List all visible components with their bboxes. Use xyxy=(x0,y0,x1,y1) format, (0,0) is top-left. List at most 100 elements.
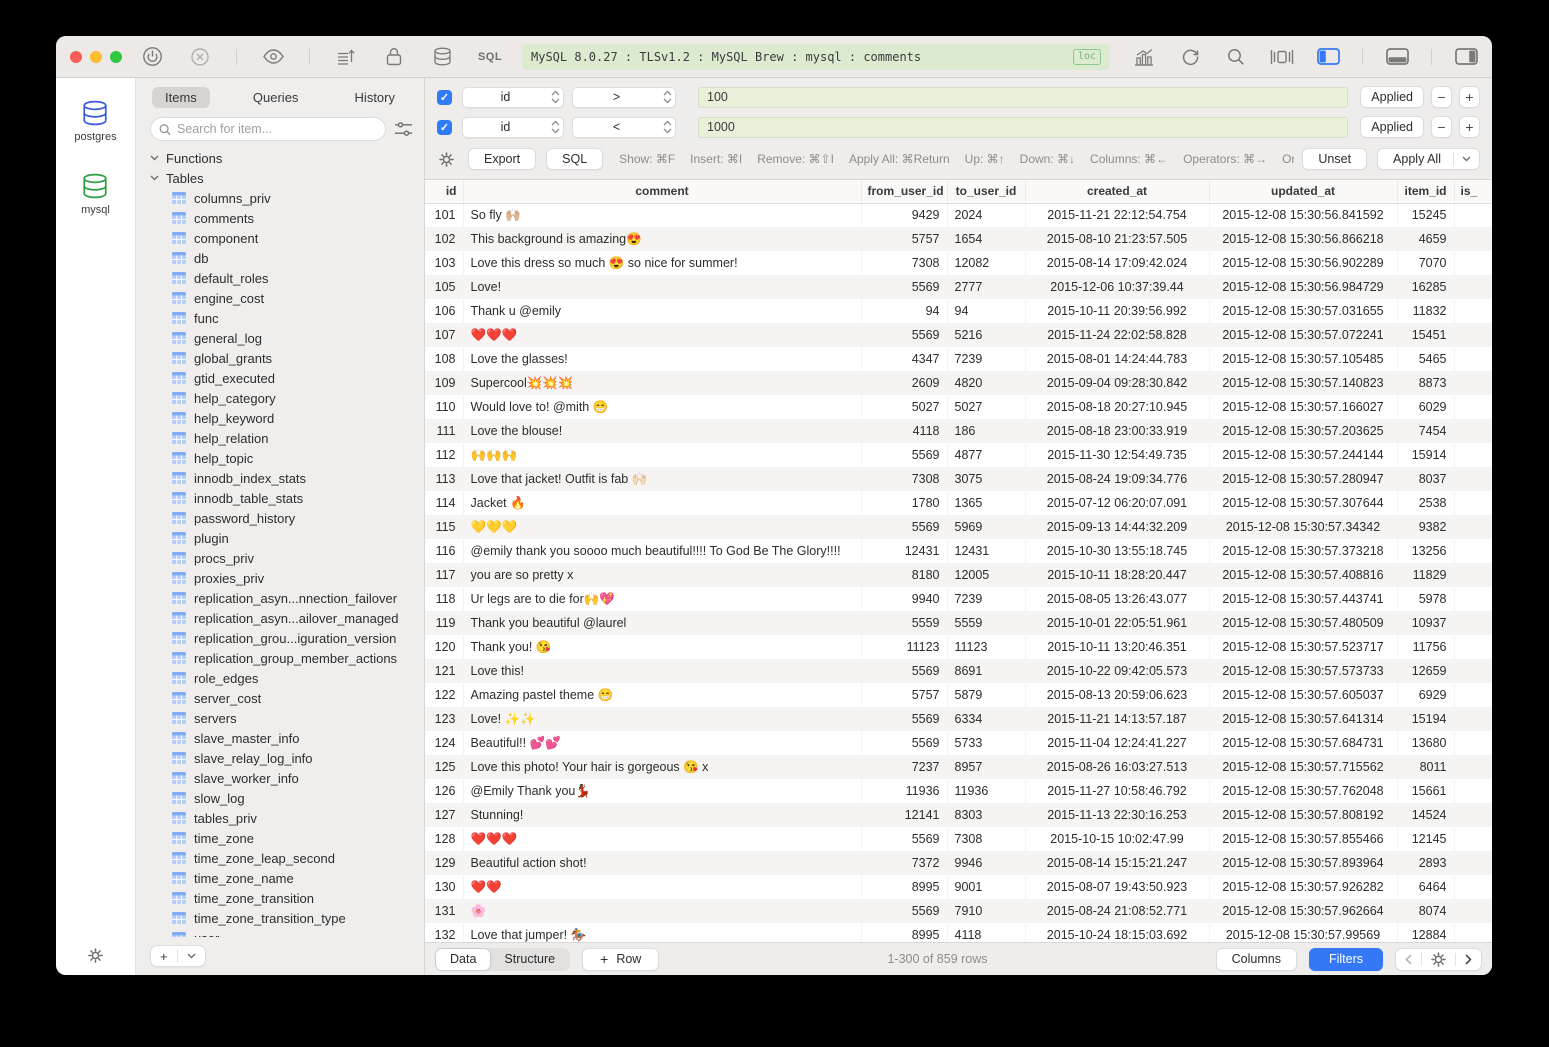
cell-is_[interactable] xyxy=(1454,683,1492,707)
table-row[interactable]: 132Love that jumper! 🏇899541182015-10-24… xyxy=(425,923,1492,942)
cell-id[interactable]: 115 xyxy=(425,515,463,539)
cell-updated_at[interactable]: 2015-12-08 15:30:57.140823 xyxy=(1209,371,1397,395)
cell-is_[interactable] xyxy=(1454,203,1492,227)
sidebar-table-item[interactable]: time_zone xyxy=(150,828,424,848)
cell-id[interactable]: 117 xyxy=(425,563,463,587)
cell-comment[interactable]: Love this photo! Your hair is gorgeous 😘… xyxy=(463,755,861,779)
previous-page-button[interactable] xyxy=(1396,949,1421,970)
cell-comment[interactable]: Love the glasses! xyxy=(463,347,861,371)
sidebar-table-item[interactable]: innodb_table_stats xyxy=(150,488,424,508)
cell-updated_at[interactable]: 2015-12-08 15:30:57.105485 xyxy=(1209,347,1397,371)
table-row[interactable]: 113Love that jacket! Outfit is fab 🙌🏻730… xyxy=(425,467,1492,491)
refresh-icon[interactable] xyxy=(1178,45,1202,69)
cell-to_user_id[interactable]: 8691 xyxy=(947,659,1025,683)
sidebar-table-item[interactable]: help_keyword xyxy=(150,408,424,428)
cell-is_[interactable] xyxy=(1454,539,1492,563)
table-row[interactable]: 117you are so pretty x8180120052015-10-1… xyxy=(425,563,1492,587)
cell-from_user_id[interactable]: 2609 xyxy=(861,371,947,395)
cell-to_user_id[interactable]: 6334 xyxy=(947,707,1025,731)
cell-comment[interactable]: Jacket 🔥 xyxy=(463,491,861,515)
cell-updated_at[interactable]: 2015-12-08 15:30:57.715562 xyxy=(1209,755,1397,779)
cell-to_user_id[interactable]: 1654 xyxy=(947,227,1025,251)
cell-to_user_id[interactable]: 1365 xyxy=(947,491,1025,515)
tab-data[interactable]: Data xyxy=(436,949,490,970)
cell-updated_at[interactable]: 2015-12-08 15:30:56.902289 xyxy=(1209,251,1397,275)
cell-item_id[interactable]: 16285 xyxy=(1397,275,1454,299)
cell-from_user_id[interactable]: 5757 xyxy=(861,227,947,251)
cell-from_user_id[interactable]: 11123 xyxy=(861,635,947,659)
cell-updated_at[interactable]: 2015-12-08 15:30:57.408816 xyxy=(1209,563,1397,587)
connection-mysql[interactable]: mysql xyxy=(81,173,110,216)
cell-to_user_id[interactable]: 11936 xyxy=(947,779,1025,803)
cell-comment[interactable]: Supercool💥💥💥 xyxy=(463,371,861,395)
cell-is_[interactable] xyxy=(1454,611,1492,635)
cell-created_at[interactable]: 2015-08-01 14:24:44.783 xyxy=(1025,347,1209,371)
cell-is_[interactable] xyxy=(1454,803,1492,827)
cell-from_user_id[interactable]: 94 xyxy=(861,299,947,323)
cell-created_at[interactable]: 2015-08-10 21:23:57.505 xyxy=(1025,227,1209,251)
cell-from_user_id[interactable]: 5559 xyxy=(861,611,947,635)
cell-to_user_id[interactable]: 12431 xyxy=(947,539,1025,563)
cell-comment[interactable]: Love that jacket! Outfit is fab 🙌🏻 xyxy=(463,467,861,491)
cell-to_user_id[interactable]: 5216 xyxy=(947,323,1025,347)
toggle-right-panel-icon[interactable] xyxy=(1454,45,1478,69)
sidebar-table-item[interactable]: default_roles xyxy=(150,268,424,288)
cell-created_at[interactable]: 2015-10-30 13:55:18.745 xyxy=(1025,539,1209,563)
cell-id[interactable]: 102 xyxy=(425,227,463,251)
cell-is_[interactable] xyxy=(1454,227,1492,251)
filter-applied-button[interactable]: Applied xyxy=(1360,86,1424,108)
sidebar-table-item[interactable]: help_category xyxy=(150,388,424,408)
table-row[interactable]: 122Amazing pastel theme 😁575758792015-08… xyxy=(425,683,1492,707)
cell-id[interactable]: 112 xyxy=(425,443,463,467)
cell-item_id[interactable]: 15451 xyxy=(1397,323,1454,347)
cell-updated_at[interactable]: 2015-12-08 15:30:57.99569 xyxy=(1209,923,1397,942)
cell-updated_at[interactable]: 2015-12-08 15:30:57.605037 xyxy=(1209,683,1397,707)
cell-id[interactable]: 119 xyxy=(425,611,463,635)
sql-editor-icon[interactable]: SQL xyxy=(478,45,502,69)
sidebar-table-item[interactable]: replication_asyn...nnection_failover xyxy=(150,588,424,608)
table-row[interactable]: 110Would love to! @mith 😁502750272015-08… xyxy=(425,395,1492,419)
cell-item_id[interactable]: 15914 xyxy=(1397,443,1454,467)
column-header-item_id[interactable]: item_id xyxy=(1397,180,1454,203)
cell-is_[interactable] xyxy=(1454,923,1492,942)
table-row[interactable]: 109Supercool💥💥💥260948202015-09-04 09:28:… xyxy=(425,371,1492,395)
cell-item_id[interactable]: 12884 xyxy=(1397,923,1454,942)
cell-to_user_id[interactable]: 7239 xyxy=(947,347,1025,371)
cell-from_user_id[interactable]: 5569 xyxy=(861,323,947,347)
unset-button[interactable]: Unset xyxy=(1302,148,1367,170)
cell-updated_at[interactable]: 2015-12-08 15:30:57.34342 xyxy=(1209,515,1397,539)
cell-is_[interactable] xyxy=(1454,731,1492,755)
cell-item_id[interactable]: 8873 xyxy=(1397,371,1454,395)
settings-gear-icon[interactable] xyxy=(88,948,103,963)
lock-icon[interactable] xyxy=(382,45,406,69)
cell-created_at[interactable]: 2015-10-22 09:42:05.573 xyxy=(1025,659,1209,683)
cell-from_user_id[interactable]: 1780 xyxy=(861,491,947,515)
cell-to_user_id[interactable]: 4877 xyxy=(947,443,1025,467)
cell-updated_at[interactable]: 2015-12-08 15:30:57.855466 xyxy=(1209,827,1397,851)
sidebar-table-item[interactable]: component xyxy=(150,228,424,248)
column-header-updated_at[interactable]: updated_at xyxy=(1209,180,1397,203)
cell-to_user_id[interactable]: 2777 xyxy=(947,275,1025,299)
cell-is_[interactable] xyxy=(1454,323,1492,347)
cell-from_user_id[interactable]: 7237 xyxy=(861,755,947,779)
cell-is_[interactable] xyxy=(1454,779,1492,803)
sidebar-table-item[interactable]: user xyxy=(150,928,424,937)
cell-updated_at[interactable]: 2015-12-08 15:30:57.244144 xyxy=(1209,443,1397,467)
cell-comment[interactable]: Stunning! xyxy=(463,803,861,827)
cell-updated_at[interactable]: 2015-12-08 15:30:57.280947 xyxy=(1209,467,1397,491)
cell-to_user_id[interactable]: 7910 xyxy=(947,899,1025,923)
sidebar-table-item[interactable]: password_history xyxy=(150,508,424,528)
cell-id[interactable]: 118 xyxy=(425,587,463,611)
cell-id[interactable]: 124 xyxy=(425,731,463,755)
column-header-comment[interactable]: comment xyxy=(463,180,861,203)
cell-created_at[interactable]: 2015-10-24 18:15:03.692 xyxy=(1025,923,1209,942)
cell-comment[interactable]: Love the blouse! xyxy=(463,419,861,443)
sidebar-table-item[interactable]: server_cost xyxy=(150,688,424,708)
cell-is_[interactable] xyxy=(1454,707,1492,731)
cell-from_user_id[interactable]: 12141 xyxy=(861,803,947,827)
cell-created_at[interactable]: 2015-12-06 10:37:39.44 xyxy=(1025,275,1209,299)
sidebar-table-item[interactable]: general_log xyxy=(150,328,424,348)
columns-button[interactable]: Columns xyxy=(1216,948,1297,971)
cell-comment[interactable]: Love! ✨✨ xyxy=(463,707,861,731)
cell-id[interactable]: 127 xyxy=(425,803,463,827)
